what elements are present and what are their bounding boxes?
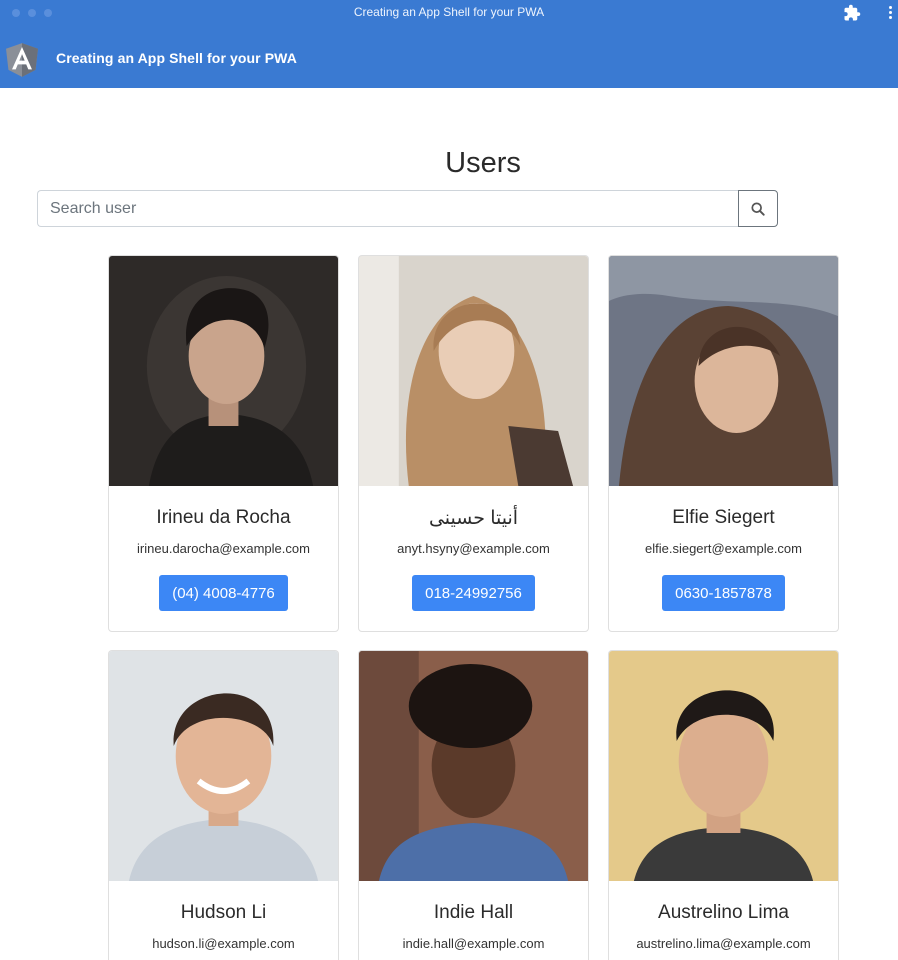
user-card: Austrelino Lima austrelino.lima@example.… <box>608 650 839 960</box>
user-avatar-photo <box>609 651 838 881</box>
user-card: Elfie Siegert elfie.siegert@example.com … <box>608 255 839 632</box>
user-avatar-photo <box>609 256 838 486</box>
user-card: Indie Hall indie.hall@example.com <box>358 650 589 960</box>
user-avatar-photo <box>359 651 588 881</box>
user-phone-button[interactable]: 0630-1857878 <box>662 575 785 611</box>
more-menu-icon[interactable] <box>884 5 896 21</box>
user-phone-button[interactable]: 018-24992756 <box>412 575 535 611</box>
search-button[interactable] <box>738 190 778 227</box>
window-titlebar: Creating an App Shell for your PWA <box>0 0 898 26</box>
user-email: indie.hall@example.com <box>402 936 545 951</box>
user-name: Irineu da Rocha <box>156 507 291 528</box>
user-card: Hudson Li hudson.li@example.com <box>108 650 339 960</box>
search-input[interactable] <box>37 190 738 227</box>
user-email: anyt.hsyny@example.com <box>397 541 550 556</box>
user-name: Elfie Siegert <box>672 507 775 528</box>
user-name: Austrelino Lima <box>658 902 789 923</box>
user-name: Indie Hall <box>433 902 514 923</box>
extensions-puzzle-icon[interactable] <box>843 4 861 22</box>
user-email: austrelino.lima@example.com <box>636 936 811 951</box>
page-title: Users <box>445 147 521 179</box>
user-email: hudson.li@example.com <box>152 936 295 951</box>
search-group <box>37 190 778 227</box>
user-phone-button[interactable]: (04) 4008-4776 <box>159 575 288 611</box>
app-toolbar: Creating an App Shell for your PWA <box>0 26 898 88</box>
user-name: Hudson Li <box>180 902 267 923</box>
user-avatar-photo <box>359 256 588 486</box>
user-email: elfie.siegert@example.com <box>645 541 802 556</box>
window-title: Creating an App Shell for your PWA <box>353 5 545 19</box>
angular-logo-icon <box>6 43 38 77</box>
user-card: Irineu da Rocha irineu.darocha@example.c… <box>108 255 339 632</box>
app-title: Creating an App Shell for your PWA <box>56 50 297 66</box>
search-icon <box>751 201 765 216</box>
user-avatar-photo <box>109 651 338 881</box>
user-avatar-photo <box>109 256 338 486</box>
user-name: أنیتا حسینی <box>428 508 519 529</box>
user-card: أنیتا حسینی anyt.hsyny@example.com 018-2… <box>358 255 589 632</box>
user-email: irineu.darocha@example.com <box>137 541 310 556</box>
